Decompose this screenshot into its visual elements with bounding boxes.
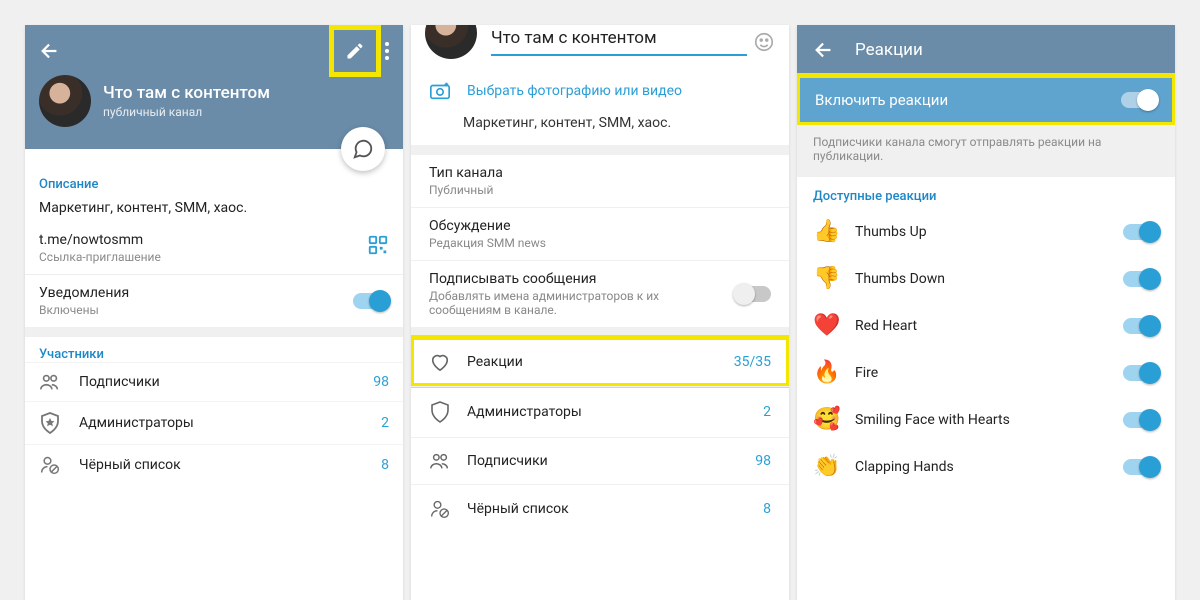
blacklist-row[interactable]: Чёрный список 8: [25, 444, 403, 485]
list-item-count: 2: [763, 404, 771, 420]
notifications-label: Уведомления: [39, 285, 129, 301]
shield-icon: [39, 412, 61, 434]
reaction-emoji: 👏: [813, 454, 839, 479]
subscribers-row[interactable]: Подписчики 98: [25, 362, 403, 401]
block-icon: [39, 455, 61, 475]
reaction-name: Clapping Hands: [855, 459, 1107, 475]
page-title: Реакции: [855, 40, 923, 60]
admins-row[interactable]: Администраторы 2: [25, 401, 403, 444]
reactions-row[interactable]: Реакции 35/35: [411, 337, 789, 386]
list-item-label: Администраторы: [79, 415, 363, 431]
members-section-label: Участники: [39, 347, 389, 362]
reaction-row[interactable]: 👍 Thumbs Up: [797, 208, 1175, 255]
block-icon: [429, 499, 451, 519]
description-section-label: Описание: [39, 177, 389, 192]
channel-avatar[interactable]: [39, 75, 91, 127]
list-item-label: Подписчики: [467, 453, 739, 469]
people-icon: [429, 452, 451, 470]
channel-description: Маркетинг, контент, SMM, хаос.: [39, 200, 389, 216]
admins-row[interactable]: Администраторы 2: [411, 386, 789, 437]
channel-avatar[interactable]: [425, 25, 477, 59]
subscribers-row[interactable]: Подписчики 98: [411, 437, 789, 484]
channel-name-input[interactable]: [491, 28, 747, 56]
emoji-icon[interactable]: [753, 31, 775, 53]
setting-value: Публичный: [429, 183, 771, 197]
reactions-count: 35/35: [734, 354, 771, 370]
list-item-label: Чёрный список: [467, 501, 747, 517]
channel-info-panel: Что там с контентом публичный канал Опис…: [25, 25, 403, 600]
notifications-toggle[interactable]: [353, 293, 389, 309]
channel-description-input[interactable]: Маркетинг, контент, SMM, хаос.: [411, 115, 789, 145]
reactions-label: Реакции: [467, 354, 718, 370]
reaction-name: Thumbs Up: [855, 224, 1107, 240]
shield-icon: [429, 401, 451, 423]
message-fab[interactable]: [341, 127, 385, 171]
reaction-emoji: 👎: [813, 266, 839, 291]
reaction-emoji: 🔥: [813, 360, 839, 385]
select-photo-button[interactable]: Выбрать фотографию или видео: [411, 67, 789, 115]
reaction-toggle[interactable]: [1123, 224, 1159, 240]
back-icon[interactable]: [39, 40, 61, 62]
more-icon[interactable]: [385, 42, 389, 60]
setting-label: Тип канала: [429, 165, 771, 181]
reactions-settings-panel: Реакции Включить реакции Подписчики кана…: [797, 25, 1175, 600]
channel-type-row[interactable]: Тип канала Публичный: [411, 155, 789, 207]
back-icon[interactable]: [813, 39, 835, 61]
list-item-count: 98: [755, 453, 771, 469]
invite-link[interactable]: t.me/nowtosmm: [39, 232, 161, 248]
list-item-count: 2: [381, 415, 389, 431]
reaction-toggle[interactable]: [1123, 271, 1159, 287]
notifications-row[interactable]: Уведомления Включены: [25, 274, 403, 327]
reaction-toggle[interactable]: [1123, 318, 1159, 334]
channel-edit-panel: Выбрать фотографию или видео Маркетинг, …: [411, 25, 789, 600]
reaction-name: Red Heart: [855, 318, 1107, 334]
channel-header: Что там с контентом публичный канал: [25, 25, 403, 149]
discussion-row[interactable]: Обсуждение Редакция SMM news: [411, 207, 789, 260]
people-icon: [39, 373, 61, 391]
reaction-name: Fire: [855, 365, 1107, 381]
enable-reactions-row[interactable]: Включить реакции: [797, 75, 1175, 125]
channel-name: Что там с контентом: [103, 83, 270, 103]
list-item-label: Чёрный список: [79, 457, 363, 473]
reaction-emoji: 🥰: [813, 407, 839, 432]
reaction-name: Thumbs Down: [855, 271, 1107, 287]
reactions-header: Реакции: [797, 25, 1175, 75]
setting-hint: Добавлять имена администраторов к их соо…: [429, 289, 721, 317]
list-item-label: Администраторы: [467, 404, 747, 420]
reaction-row[interactable]: 👏 Clapping Hands: [797, 443, 1175, 490]
select-photo-label: Выбрать фотографию или видео: [467, 83, 682, 99]
reaction-row[interactable]: 🔥 Fire: [797, 349, 1175, 396]
qr-icon[interactable]: [367, 234, 389, 256]
reaction-name: Smiling Face with Hearts: [855, 412, 1107, 428]
reaction-emoji: ❤️: [813, 313, 839, 338]
enable-reactions-label: Включить реакции: [815, 91, 948, 109]
reaction-row[interactable]: ❤️ Red Heart: [797, 302, 1175, 349]
blacklist-row[interactable]: Чёрный список 8: [411, 484, 789, 533]
reaction-emoji: 👍: [813, 219, 839, 244]
reaction-row[interactable]: 👎 Thumbs Down: [797, 255, 1175, 302]
sign-messages-toggle[interactable]: [735, 286, 771, 302]
invite-link-label: Ссылка-приглашение: [39, 250, 161, 264]
list-item-count: 8: [381, 457, 389, 473]
reaction-row[interactable]: 🥰 Smiling Face with Hearts: [797, 396, 1175, 443]
camera-plus-icon: [429, 81, 451, 101]
enable-reactions-toggle[interactable]: [1121, 92, 1157, 108]
heart-icon: [429, 352, 451, 372]
reaction-toggle[interactable]: [1123, 459, 1159, 475]
setting-value: Редакция SMM news: [429, 236, 771, 250]
channel-type-label: публичный канал: [103, 105, 270, 119]
edit-button[interactable]: [331, 27, 379, 75]
setting-label: Подписывать сообщения: [429, 271, 721, 287]
reactions-hint: Подписчики канала смогут отправлять реак…: [797, 125, 1175, 177]
list-item-count: 8: [763, 501, 771, 517]
reaction-toggle[interactable]: [1123, 365, 1159, 381]
available-reactions-label: Доступные реакции: [797, 177, 1175, 208]
list-item-label: Подписчики: [79, 374, 355, 390]
sign-messages-row[interactable]: Подписывать сообщения Добавлять имена ад…: [411, 260, 789, 327]
setting-label: Обсуждение: [429, 218, 771, 234]
notifications-status: Включены: [39, 303, 129, 317]
reaction-toggle[interactable]: [1123, 412, 1159, 428]
list-item-count: 98: [373, 374, 389, 390]
